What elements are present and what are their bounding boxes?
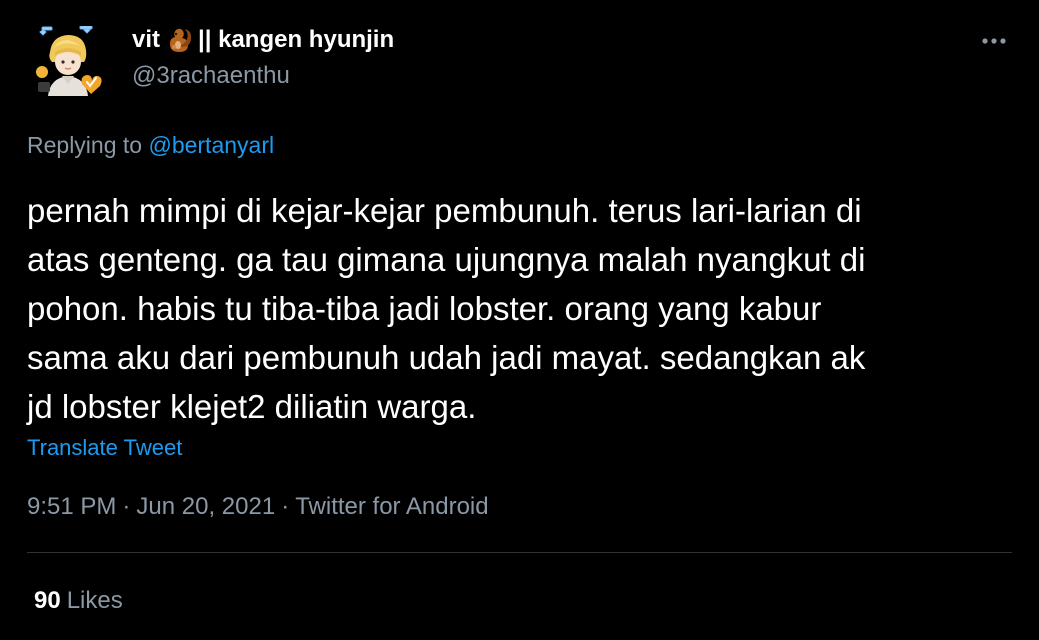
more-options-button[interactable]: [979, 26, 1009, 56]
tweet-meta: 9:51 PM · Jun 20, 2021 · Twitter for Android: [27, 491, 489, 523]
tweet-detail: vit || kangen hyunjin @3rachaenthu Reply…: [0, 0, 1039, 640]
likes-count: 90: [34, 587, 61, 614]
avatar[interactable]: [34, 25, 104, 96]
likes-stat[interactable]: 90 Likes: [34, 585, 123, 617]
translate-tweet-link[interactable]: Translate Tweet: [27, 433, 182, 463]
tweet-text-line: sama aku dari pembunuh udah jadi mayat. …: [27, 339, 866, 376]
meta-separator: ·: [281, 493, 290, 520]
display-name-end: || kangen hyunjin: [198, 26, 395, 53]
tweet-text-line: jd lobster klejet2 diliatin warga.: [27, 388, 477, 425]
display-name-start: vit: [132, 26, 161, 53]
replying-to-label: Replying to: [27, 132, 143, 158]
user-handle[interactable]: @3rachaenthu: [132, 60, 394, 92]
author-info: vit || kangen hyunjin @3rachaenthu: [132, 24, 394, 92]
replying-to: Replying to @bertanyarl: [27, 130, 274, 160]
more-horizontal-icon: [982, 38, 1006, 44]
tweet-text-line: pernah mimpi di kejar-kejar pembunuh. te…: [27, 192, 862, 229]
tweet-text: pernah mimpi di kejar-kejar pembunuh. te…: [27, 186, 1027, 431]
divider: [27, 552, 1012, 553]
meta-separator: ·: [122, 493, 131, 520]
tweet-source[interactable]: Twitter for Android: [295, 493, 488, 520]
tweet-date[interactable]: Jun 20, 2021: [136, 493, 275, 520]
squirrel-emoji-icon: [164, 25, 194, 55]
display-name[interactable]: vit || kangen hyunjin: [132, 24, 394, 56]
tweet-text-line: atas genteng. ga tau gimana ujungnya mal…: [27, 241, 866, 278]
reply-mention-link[interactable]: @bertanyarl: [148, 132, 274, 158]
likes-label: Likes: [66, 587, 123, 614]
tweet-time[interactable]: 9:51 PM: [27, 493, 116, 520]
tweet-text-line: pohon. habis tu tiba-tiba jadi lobster. …: [27, 290, 822, 327]
